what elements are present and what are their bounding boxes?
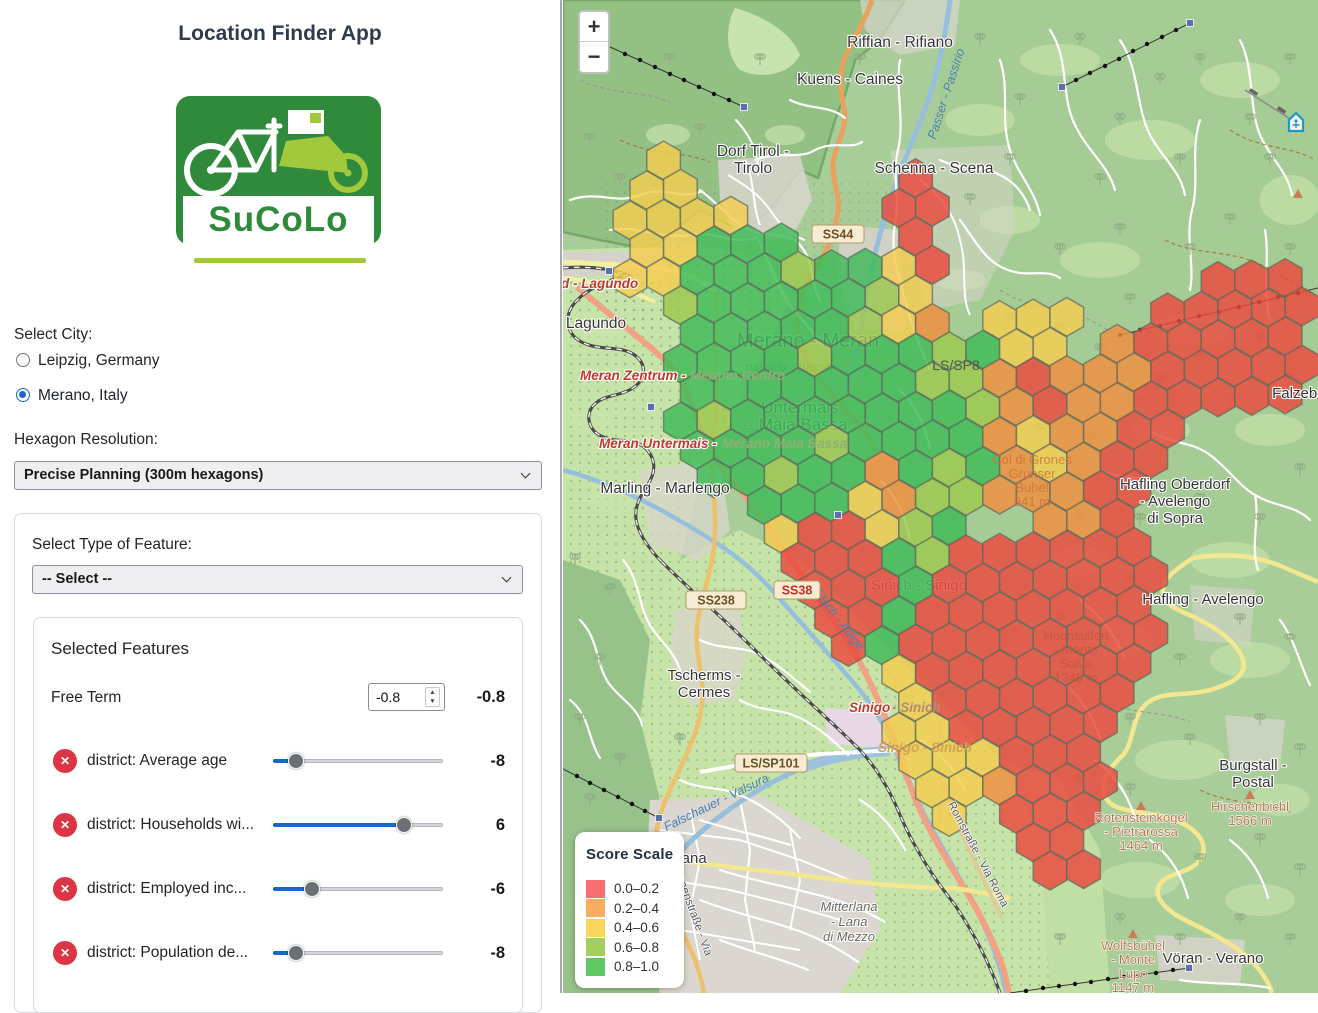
svg-text:Postal: Postal <box>1232 774 1274 791</box>
svg-text:Tscherms -: Tscherms - <box>667 667 740 684</box>
svg-text:Hafling Oberdorf: Hafling Oberdorf <box>1120 476 1231 493</box>
svg-text:841 m: 841 m <box>1014 494 1050 509</box>
svg-text:LS/SP8: LS/SP8 <box>932 357 980 373</box>
svg-text:Rotensteinkogel: Rotensteinkogel <box>1094 810 1187 825</box>
svg-text:Meran Zentrum -: Meran Zentrum - <box>580 368 686 383</box>
svg-text:Lupo: Lupo <box>1119 966 1148 981</box>
svg-text:Mitterlana: Mitterlana <box>820 899 877 914</box>
svg-text:d - Lagundo: d - Lagundo <box>563 276 638 291</box>
svg-text:Wolfsbühel: Wolfsbühel <box>1101 938 1165 953</box>
svg-text:1147 m: 1147 m <box>1112 980 1154 993</box>
svg-text:Kuens - Caines: Kuens - Caines <box>797 71 903 88</box>
svg-text:Sinigo - Sinich: Sinigo - Sinich <box>878 740 972 755</box>
svg-text:Riffian - Rifiano: Riffian - Rifiano <box>847 34 953 51</box>
svg-text:- Monte: - Monte <box>1111 952 1155 967</box>
svg-text:Vöran - Verano: Vöran - Verano <box>1163 950 1264 967</box>
svg-text:Hochsulfen: Hochsulfen <box>1043 628 1108 643</box>
svg-text:- Pietrarossa: - Pietrarossa <box>1104 824 1178 839</box>
svg-text:SS238: SS238 <box>697 594 735 608</box>
svg-text:SS44: SS44 <box>823 228 854 242</box>
svg-text:Burgstall -: Burgstall - <box>1219 757 1287 774</box>
svg-text:- Sinich: - Sinich <box>892 700 941 715</box>
svg-text:- Monte: - Monte <box>1054 642 1098 657</box>
svg-text:Sulvo: Sulvo <box>1060 656 1093 671</box>
svg-text:Hirschenbichl: Hirschenbichl <box>1211 799 1289 814</box>
svg-text:Meran Untermais -: Meran Untermais - <box>599 436 717 451</box>
svg-text:di Mezzo: di Mezzo <box>823 929 875 944</box>
svg-text:1566 m: 1566 m <box>1228 813 1271 828</box>
svg-text:1464 m: 1464 m <box>1119 838 1162 853</box>
svg-text:Cermes: Cermes <box>678 684 731 701</box>
svg-text:1345 m: 1345 m <box>1054 670 1097 685</box>
svg-text:Schenna - Scena: Schenna - Scena <box>875 160 994 177</box>
svg-text:Buhel: Buhel <box>1015 480 1048 495</box>
svg-text:- Lana: - Lana <box>831 914 868 929</box>
svg-text:- Avelengo: - Avelengo <box>1140 493 1211 510</box>
svg-text:Grunser: Grunser <box>1009 466 1057 481</box>
svg-text:Merano Centro: Merano Centro <box>690 368 785 383</box>
svg-text:Tirolo: Tirolo <box>734 160 772 177</box>
svg-text:Marling - Marlengo: Marling - Marlengo <box>600 480 729 497</box>
svg-text:di Sopra: di Sopra <box>1147 510 1204 527</box>
svg-text:Lagundo: Lagundo <box>566 315 626 332</box>
svg-text:Sinigo: Sinigo <box>849 700 890 715</box>
svg-text:Col di Grones: Col di Grones <box>992 452 1072 467</box>
svg-text:Hafling - Avelengo: Hafling - Avelengo <box>1142 591 1263 608</box>
svg-text:Falzeben: Falzeben <box>1272 385 1318 402</box>
svg-text:SS38: SS38 <box>782 584 813 598</box>
svg-text:LS/SP101: LS/SP101 <box>743 757 800 771</box>
svg-text:Dorf Tirol -: Dorf Tirol - <box>717 143 789 160</box>
svg-text:Merano Maia Bassa: Merano Maia Bassa <box>722 436 848 451</box>
